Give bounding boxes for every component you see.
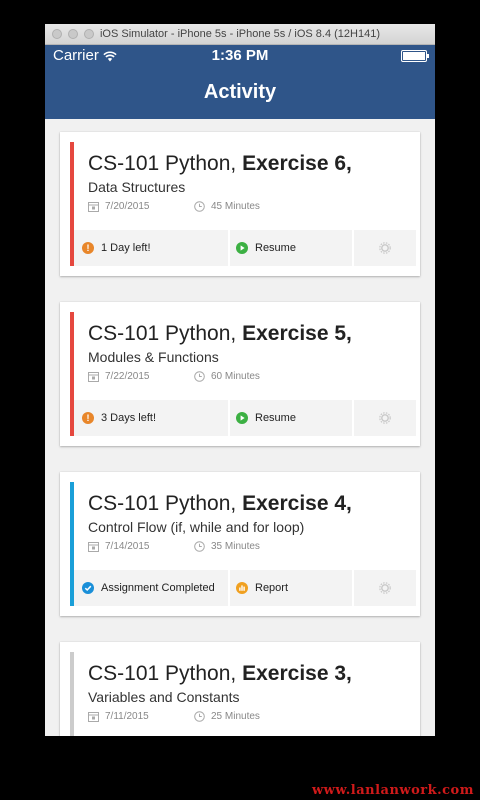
battery-fill	[403, 52, 425, 60]
status-label: 1 Day left!	[101, 242, 151, 254]
deadline-status: ! 1 Day left!	[74, 230, 228, 266]
card-accent-bar	[70, 652, 74, 736]
card-topic: Data Structures	[88, 179, 186, 195]
card-settings-button[interactable]	[354, 570, 416, 606]
play-icon	[236, 412, 248, 424]
duration-label: 25 Minutes	[211, 711, 260, 722]
gear-icon	[379, 242, 391, 254]
date-label: 7/11/2015	[105, 711, 149, 722]
report-label: Report	[255, 582, 289, 594]
status-label: 3 Days left!	[101, 412, 157, 424]
card-settings-button[interactable]	[354, 230, 416, 266]
simulator-window: iOS Simulator - iPhone 5s - iPhone 5s / …	[45, 24, 435, 736]
card-title: CS-101 Python, Exercise 5,	[88, 322, 352, 346]
minimize-window-button[interactable]	[68, 29, 78, 39]
gear-icon	[379, 412, 391, 424]
calendar-icon	[88, 372, 99, 382]
resume-label: Resume	[255, 242, 296, 254]
exercise-name: Exercise 6,	[242, 152, 352, 175]
course-name: CS-101 Python,	[88, 662, 237, 685]
activity-card[interactable]: CS-101 Python, Exercise 4, Control Flow …	[60, 472, 420, 616]
nav-bar: Activity	[45, 67, 435, 119]
card-actions: ! 1 Day left! Resume	[74, 230, 416, 266]
duration-label: 60 Minutes	[211, 371, 260, 382]
card-duration: 45 Minutes	[194, 201, 260, 212]
date-label: 7/20/2015	[105, 201, 150, 212]
exercise-name: Exercise 5,	[242, 322, 352, 345]
status-time: 1:36 PM	[211, 47, 269, 64]
calendar-icon	[88, 712, 99, 722]
window-controls	[52, 29, 94, 39]
warning-icon: !	[82, 412, 94, 424]
warning-icon: !	[82, 242, 94, 254]
clock-icon	[194, 371, 205, 382]
gear-icon	[379, 582, 391, 594]
watermark: www.lanlanwork.com	[311, 783, 474, 798]
completion-status: Assignment Completed	[74, 570, 228, 606]
activity-card[interactable]: CS-101 Python, Exercise 5, Modules & Fun…	[60, 302, 420, 446]
calendar-icon	[88, 202, 99, 212]
card-title: CS-101 Python, Exercise 6,	[88, 152, 352, 176]
course-name: CS-101 Python,	[88, 322, 237, 345]
duration-label: 35 Minutes	[211, 541, 260, 552]
card-date: 7/14/2015	[88, 541, 150, 552]
report-chart-icon	[236, 582, 248, 594]
card-actions: ! 3 Days left! Resume	[74, 400, 416, 436]
simulator-title: iOS Simulator - iPhone 5s - iPhone 5s / …	[99, 28, 381, 40]
card-topic: Variables and Constants	[88, 689, 240, 705]
clock-icon	[194, 541, 205, 552]
card-duration: 25 Minutes	[194, 711, 260, 722]
report-button[interactable]: Report	[230, 570, 352, 606]
exercise-name: Exercise 4,	[242, 492, 352, 515]
course-name: CS-101 Python,	[88, 492, 237, 515]
card-duration: 60 Minutes	[194, 371, 260, 382]
page-title: Activity	[203, 81, 277, 103]
card-topic: Modules & Functions	[88, 349, 219, 365]
resume-button[interactable]: Resume	[230, 230, 352, 266]
card-actions: Assignment Completed Report	[74, 570, 416, 606]
card-date: 7/22/2015	[88, 371, 150, 382]
card-topic: Control Flow (if, while and for loop)	[88, 519, 305, 535]
status-label: Assignment Completed	[101, 582, 215, 594]
close-window-button[interactable]	[52, 29, 62, 39]
play-icon	[236, 242, 248, 254]
activity-card[interactable]: CS-101 Python, Exercise 3, Variables and…	[60, 642, 420, 736]
clock-icon	[194, 201, 205, 212]
checkmark-icon	[82, 582, 94, 594]
card-title: CS-101 Python, Exercise 3,	[88, 662, 352, 686]
date-label: 7/22/2015	[105, 371, 150, 382]
zoom-window-button[interactable]	[84, 29, 94, 39]
card-date: 7/20/2015	[88, 201, 150, 212]
card-duration: 35 Minutes	[194, 541, 260, 552]
card-date: 7/11/2015	[88, 711, 149, 722]
deadline-status: ! 3 Days left!	[74, 400, 228, 436]
resume-label: Resume	[255, 412, 296, 424]
calendar-icon	[88, 542, 99, 552]
simulator-titlebar[interactable]: iOS Simulator - iPhone 5s - iPhone 5s / …	[45, 24, 435, 45]
duration-label: 45 Minutes	[211, 201, 260, 212]
exercise-name: Exercise 3,	[242, 662, 352, 685]
card-settings-button[interactable]	[354, 400, 416, 436]
course-name: CS-101 Python,	[88, 152, 237, 175]
activity-card[interactable]: CS-101 Python, Exercise 6, Data Structur…	[60, 132, 420, 276]
battery-icon	[401, 50, 429, 62]
resume-button[interactable]: Resume	[230, 400, 352, 436]
ios-status-bar: Carrier 1:36 PM	[45, 45, 435, 67]
clock-icon	[194, 711, 205, 722]
date-label: 7/14/2015	[105, 541, 150, 552]
activity-list: CS-101 Python, Exercise 6, Data Structur…	[45, 119, 435, 736]
card-title: CS-101 Python, Exercise 4,	[88, 492, 352, 516]
